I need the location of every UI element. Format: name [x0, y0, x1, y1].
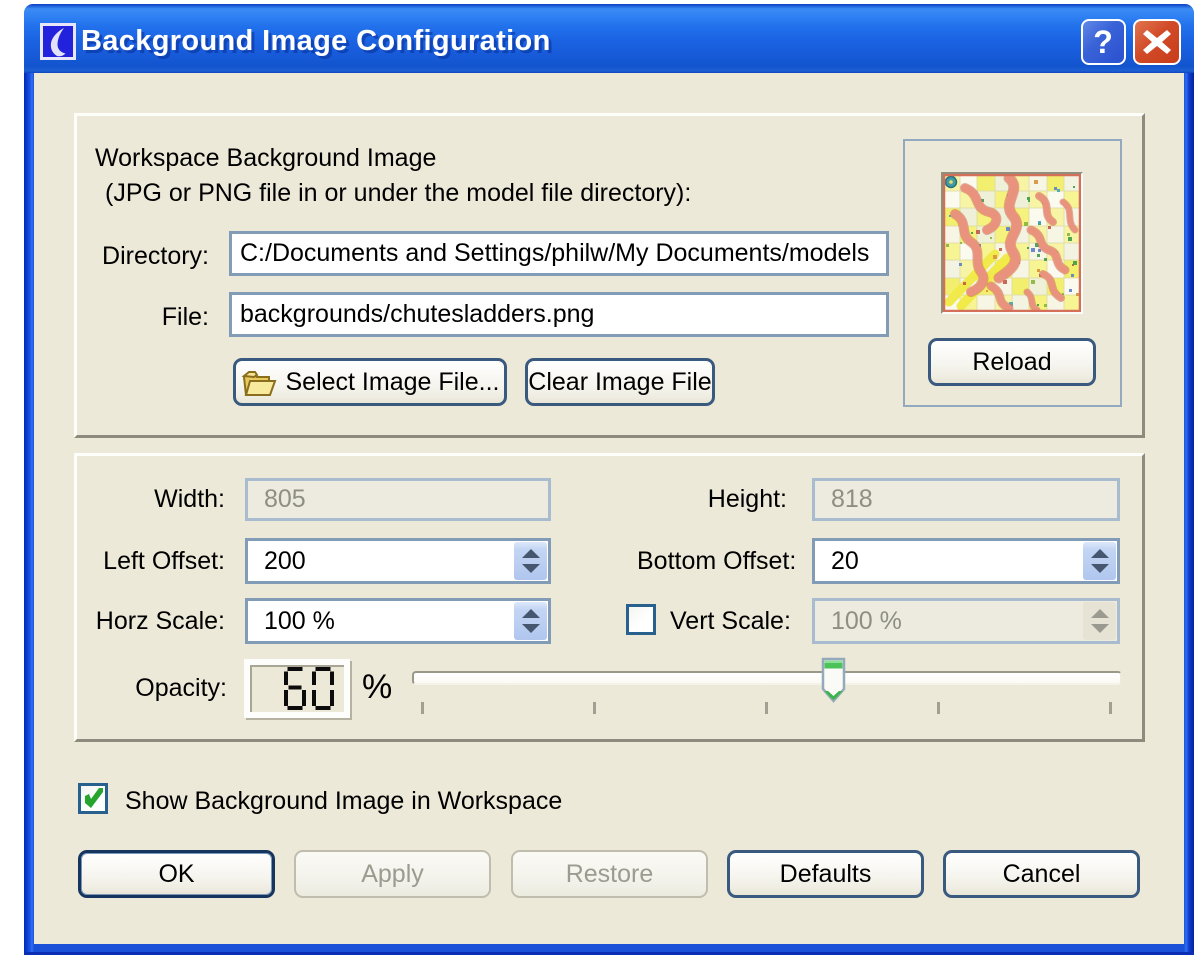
svg-text:?: ? — [1093, 24, 1113, 60]
